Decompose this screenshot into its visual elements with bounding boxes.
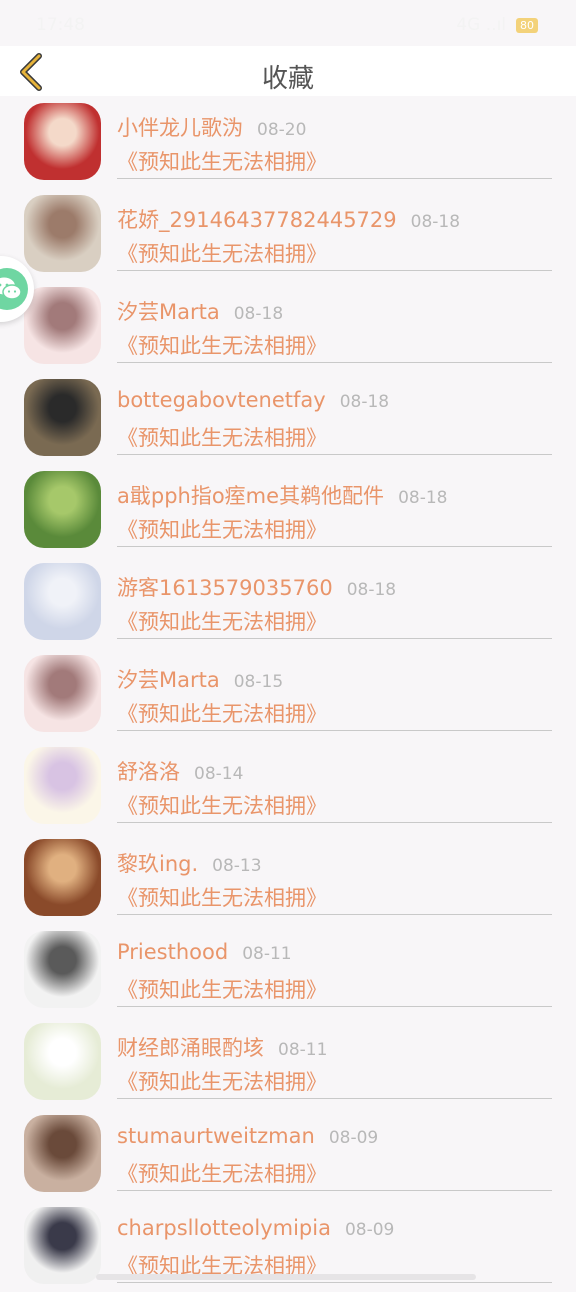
wechat-icon <box>0 268 28 310</box>
avatar[interactable] <box>24 563 101 640</box>
book-title[interactable]: 《预知此生无法相拥》 <box>117 330 327 360</box>
favorite-date: 08-18 <box>233 304 284 324</box>
book-title[interactable]: 《预知此生无法相拥》 <box>117 146 327 176</box>
book-title[interactable]: 《预知此生无法相拥》 <box>117 1158 327 1188</box>
divider <box>117 1282 552 1283</box>
user-name-text: 财经郎涌眼酌垓 <box>117 1036 264 1060</box>
avatar[interactable] <box>24 1207 101 1284</box>
user-name: 花娇_29146437782445729 08-18 <box>117 204 460 234</box>
user-name-text: 游客1613579035760 <box>117 576 333 600</box>
favorite-date: 08-20 <box>257 120 307 140</box>
favorite-date: 08-15 <box>233 672 284 692</box>
list-item[interactable]: 游客1613579035760 08-18 《预知此生无法相拥》 <box>0 556 576 648</box>
favorite-date: 08-18 <box>410 212 461 232</box>
list-item[interactable]: stumaurtweitzman 08-09 《预知此生无法相拥》 <box>0 1108 576 1200</box>
book-title[interactable]: 《预知此生无法相拥》 <box>117 790 327 820</box>
avatar[interactable] <box>24 379 101 456</box>
favorite-date: 08-18 <box>339 392 390 412</box>
user-name: a戢pph指o痓me其鹈他配件 08-18 <box>117 480 447 510</box>
app-header: 收藏 <box>0 46 576 96</box>
user-name: bottegabovtenetfay 08-18 <box>117 388 389 412</box>
divider <box>117 362 552 363</box>
divider <box>117 546 552 547</box>
signal-indicator: 4G ..ıl <box>456 15 506 35</box>
user-name-text: stumaurtweitzman <box>117 1124 315 1148</box>
avatar[interactable] <box>24 655 101 732</box>
battery-icon: 80 <box>516 17 538 33</box>
divider <box>117 638 552 639</box>
user-name-text: 汐芸Marta <box>117 668 220 692</box>
list-item[interactable]: 小伴龙儿歌沩 08-20 《预知此生无法相拥》 <box>0 96 576 188</box>
list-item[interactable]: 汐芸Marta 08-18 《预知此生无法相拥》 <box>0 280 576 372</box>
user-name-text: 黎玖ing. <box>117 852 199 876</box>
user-name: 汐芸Marta 08-18 <box>117 296 283 326</box>
divider <box>117 914 552 915</box>
divider <box>117 1006 552 1007</box>
user-name-text: charpsllotteolymipia <box>117 1216 331 1240</box>
divider <box>117 730 552 731</box>
divider <box>117 1098 552 1099</box>
list-item[interactable]: 财经郎涌眼酌垓 08-11 《预知此生无法相拥》 <box>0 1016 576 1108</box>
user-name-text: a戢pph指o痓me其鹈他配件 <box>117 484 385 508</box>
book-title[interactable]: 《预知此生无法相拥》 <box>117 698 327 728</box>
favorite-date: 08-13 <box>212 856 262 876</box>
divider <box>117 1190 552 1191</box>
list-item[interactable]: Priesthood 08-11 《预知此生无法相拥》 <box>0 924 576 1016</box>
favorite-date: 08-11 <box>278 1040 328 1060</box>
user-name: stumaurtweitzman 08-09 <box>117 1124 378 1148</box>
avatar[interactable] <box>24 931 101 1008</box>
user-name: Priesthood 08-11 <box>117 940 292 964</box>
favorite-date: 08-14 <box>194 764 244 784</box>
divider <box>117 178 552 179</box>
favorite-date: 08-18 <box>346 580 397 600</box>
book-title[interactable]: 《预知此生无法相拥》 <box>117 422 327 452</box>
page-title: 收藏 <box>261 64 314 94</box>
user-name: 财经郎涌眼酌垓 08-11 <box>117 1032 327 1062</box>
list-item[interactable]: bottegabovtenetfay 08-18 《预知此生无法相拥》 <box>0 372 576 464</box>
divider <box>117 454 552 455</box>
divider <box>117 822 552 823</box>
book-title[interactable]: 《预知此生无法相拥》 <box>117 606 327 636</box>
avatar[interactable] <box>24 1115 101 1192</box>
user-name: 游客1613579035760 08-18 <box>117 572 396 602</box>
avatar[interactable] <box>24 471 101 548</box>
list-item[interactable]: 黎玖ing. 08-13 《预知此生无法相拥》 <box>0 832 576 924</box>
avatar[interactable] <box>24 103 101 180</box>
avatar[interactable] <box>24 1023 101 1100</box>
user-name-text: Priesthood <box>117 940 229 964</box>
list-item[interactable]: 汐芸Marta 08-15 《预知此生无法相拥》 <box>0 648 576 740</box>
user-name-text: 小伴龙儿歌沩 <box>117 116 243 140</box>
favorites-list: 小伴龙儿歌沩 08-20 《预知此生无法相拥》 花娇_2914643778244572… <box>0 96 576 1292</box>
horizontal-scroll-indicator <box>96 1274 476 1280</box>
list-item[interactable]: 舒洛洛 08-14 《预知此生无法相拥》 <box>0 740 576 832</box>
user-name-text: 汐芸Marta <box>117 300 220 324</box>
book-title[interactable]: 《预知此生无法相拥》 <box>117 238 327 268</box>
user-name: 汐芸Marta 08-15 <box>117 664 283 694</box>
favorite-date: 08-11 <box>242 944 292 964</box>
list-item[interactable]: 花娇_29146437782445729 08-18 《预知此生无法相拥》 <box>0 188 576 280</box>
book-title[interactable]: 《预知此生无法相拥》 <box>117 974 327 1004</box>
user-name: charpsllotteolymipia 08-09 <box>117 1216 394 1240</box>
book-title[interactable]: 《预知此生无法相拥》 <box>117 882 327 912</box>
status-bar: 17:48 4G ..ıl 80 <box>0 0 576 46</box>
list-item[interactable]: a戢pph指o痓me其鹈他配件 08-18 《预知此生无法相拥》 <box>0 464 576 556</box>
user-name-text: 舒洛洛 <box>117 760 180 784</box>
user-name: 舒洛洛 08-14 <box>117 756 243 786</box>
user-name-text: 花娇_29146437782445729 <box>117 208 397 232</box>
avatar[interactable] <box>24 839 101 916</box>
book-title[interactable]: 《预知此生无法相拥》 <box>117 514 327 544</box>
divider <box>117 270 552 271</box>
status-right: 4G ..ıl 80 <box>456 15 538 35</box>
book-title[interactable]: 《预知此生无法相拥》 <box>117 1066 327 1096</box>
favorite-date: 08-09 <box>328 1128 379 1148</box>
favorite-date: 08-09 <box>344 1220 395 1240</box>
user-name: 小伴龙儿歌沩 08-20 <box>117 112 306 142</box>
avatar[interactable] <box>24 287 101 364</box>
user-name: 黎玖ing. 08-13 <box>117 848 262 878</box>
avatar[interactable] <box>24 195 101 272</box>
status-time: 17:48 <box>36 15 85 35</box>
avatar[interactable] <box>24 747 101 824</box>
user-name-text: bottegabovtenetfay <box>117 388 326 412</box>
favorite-date: 08-18 <box>398 488 448 508</box>
